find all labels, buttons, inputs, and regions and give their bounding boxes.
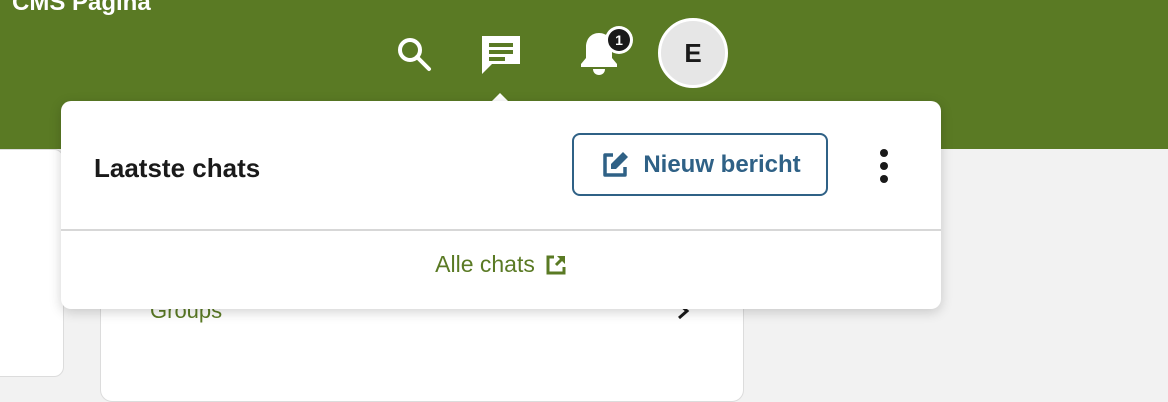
all-chats-label: Alle chats	[435, 251, 535, 277]
more-vertical-icon	[880, 149, 888, 183]
notification-badge: 1	[605, 26, 633, 54]
dropdown-divider	[61, 229, 941, 231]
new-message-label: Nieuw bericht	[643, 150, 801, 178]
side-panel	[0, 149, 64, 377]
search-button[interactable]	[392, 32, 436, 76]
notification-count: 1	[608, 29, 630, 51]
search-icon	[398, 38, 431, 71]
chat-button[interactable]	[478, 32, 524, 78]
all-chats-link[interactable]: Alle chats	[61, 251, 941, 278]
new-message-button[interactable]: Nieuw bericht	[572, 133, 828, 196]
more-options-button[interactable]	[869, 145, 899, 187]
app-title: CMS Pagina	[12, 0, 151, 16]
external-link-icon	[546, 255, 566, 274]
chat-dropdown: Laatste chats Nieuw bericht Alle chats	[61, 101, 941, 309]
dropdown-title: Laatste chats	[94, 153, 261, 183]
chat-icon	[482, 36, 520, 74]
edit-icon	[603, 151, 629, 177]
user-avatar[interactable]: E	[658, 18, 728, 88]
